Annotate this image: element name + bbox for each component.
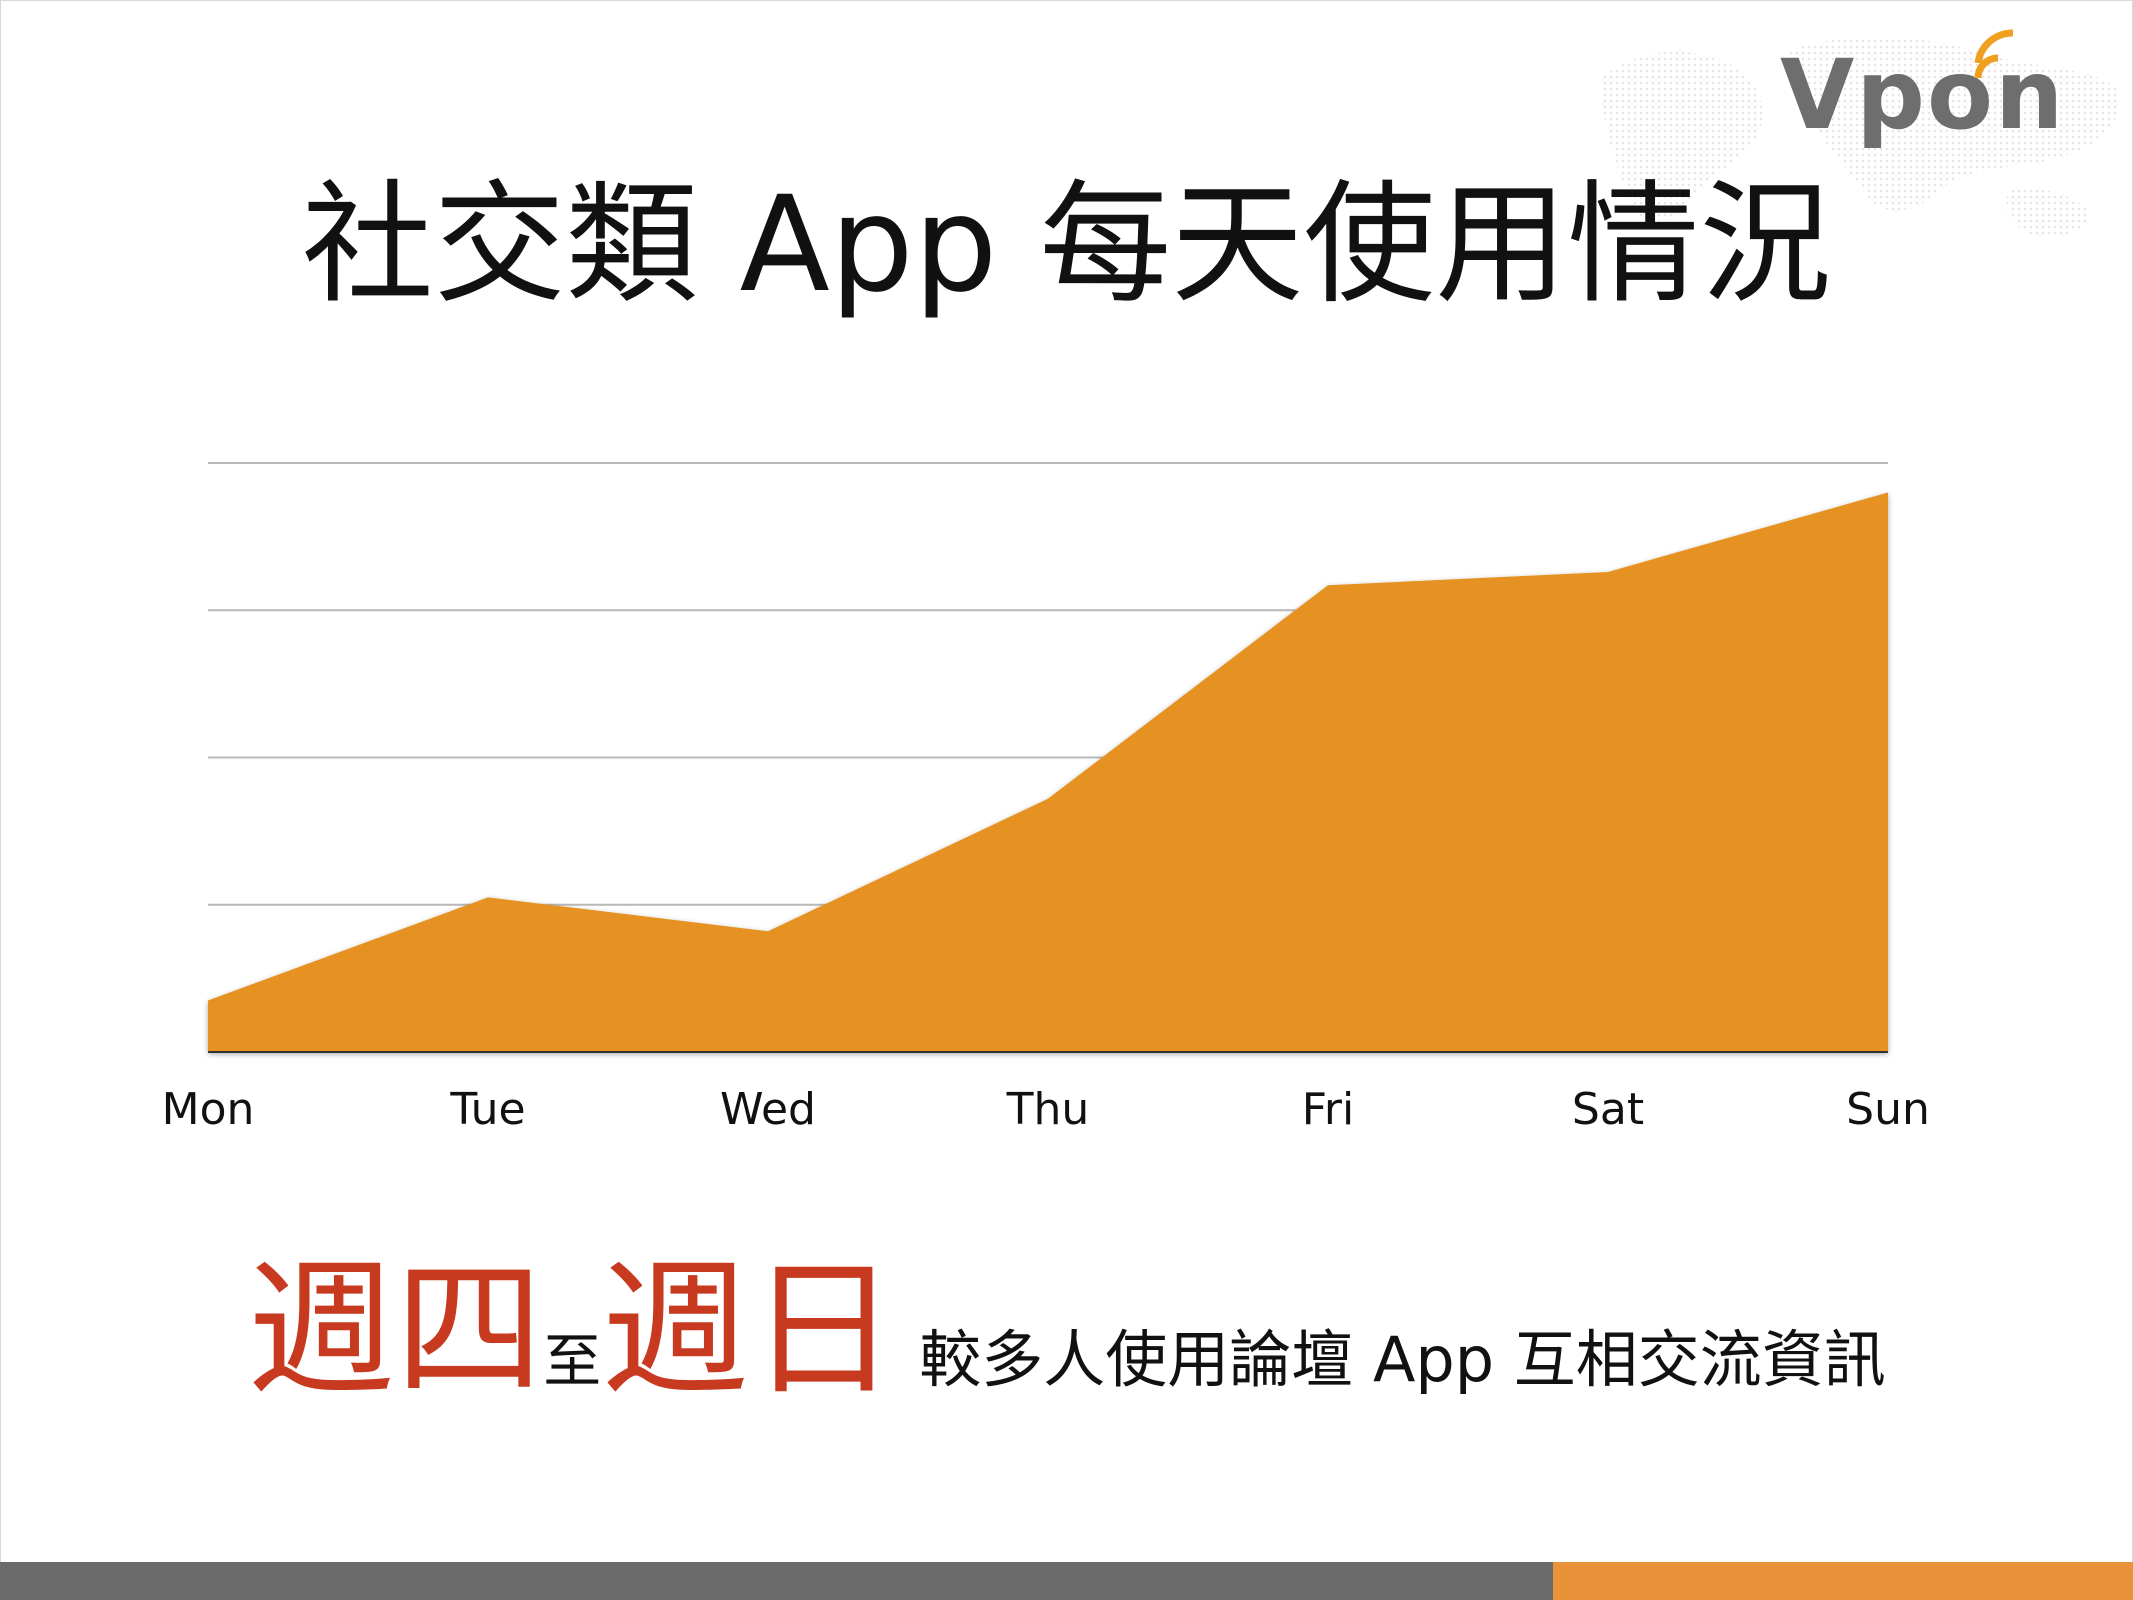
footer-bar-orange [1553,1562,2133,1600]
x-axis-ticks: Mon Tue Wed Thu Fri Sat Sun [162,1084,1930,1135]
footer-bar-gray [0,1562,1553,1600]
series-area [208,492,1888,1052]
x-tick-label-sun: Sun [1846,1084,1930,1135]
caption-highlight-thursday: 週四 [247,1244,544,1416]
x-tick-label-tue: Tue [449,1084,525,1135]
x-tick-label-sat: Sat [1572,1084,1644,1135]
x-tick-label-thu: Thu [1006,1084,1090,1135]
caption-rest: 較多人使用論壇 App 互相交流資訊 [919,1323,1886,1396]
caption-highlight-sunday: 週日 [601,1244,898,1416]
caption: 週四至週日 較多人使用論壇 App 互相交流資訊 [0,1255,2133,1451]
x-tick-label-mon: Mon [162,1084,255,1135]
x-tick-label-wed: Wed [720,1084,816,1135]
x-tick-label-fri: Fri [1302,1084,1354,1135]
caption-connector: 至 [543,1327,602,1395]
